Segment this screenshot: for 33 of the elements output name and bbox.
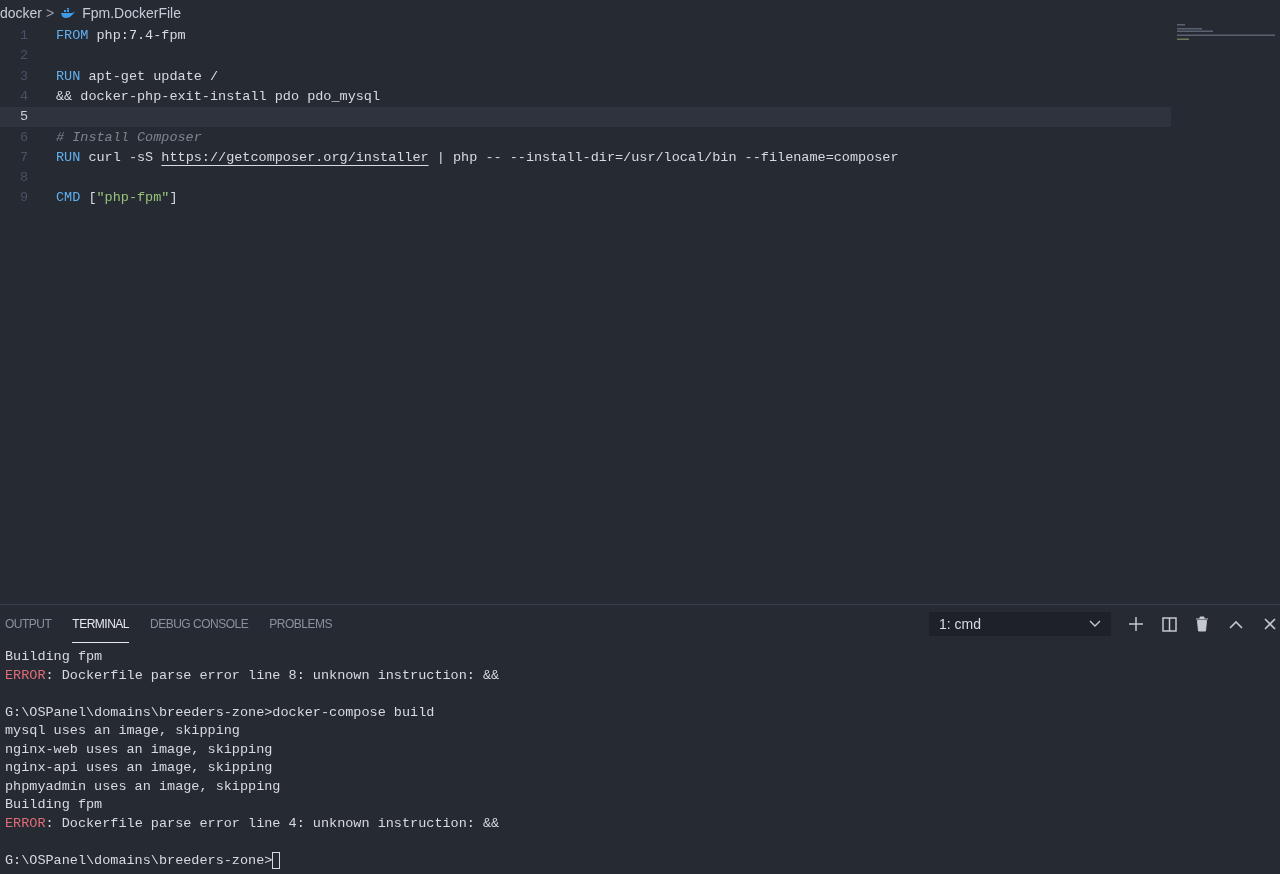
close-icon[interactable] xyxy=(1264,618,1276,630)
code-line: && docker-php-exit-install pdo pdo_mysql xyxy=(56,87,381,106)
breadcrumb-separator: > xyxy=(46,3,55,23)
panel-tab[interactable]: TERMINAL xyxy=(72,605,130,643)
whale-icon xyxy=(61,8,76,18)
breadcrumb-file[interactable]: Fpm.DockerFile xyxy=(82,2,181,24)
terminal-line: nginx-api uses an image, skipping xyxy=(5,759,273,778)
chevron-up-icon[interactable] xyxy=(1229,619,1243,629)
terminal-line: ERROR: Dockerfile parse error line 4: unknown instruction: && xyxy=(5,814,500,833)
terminal-line: phpmyadmin uses an image, skipping xyxy=(5,777,281,796)
terminal-cursor xyxy=(272,852,281,870)
terminal-line: Building fpm xyxy=(5,796,103,815)
code-line: RUN apt-get update / xyxy=(56,67,219,86)
terminal-line: Building fpm xyxy=(5,648,103,667)
terminal-select[interactable]: 1: cmd xyxy=(929,612,1111,636)
terminal-line: mysql uses an image, skipping xyxy=(5,722,240,741)
code-line: # Install Composer xyxy=(56,128,202,147)
panel-tab[interactable]: PROBLEMS xyxy=(269,605,332,643)
terminal-line: G:\OSPanel\domains\breeders-zone>docker-compose build xyxy=(5,703,435,722)
trash-icon[interactable] xyxy=(1195,616,1209,632)
code-line: CMD ["php-fpm"] xyxy=(56,189,178,208)
code-line: RUN curl -sS https://getcomposer.org/installer | php -- --install-dir=/usr/local/bin --filename=composer xyxy=(56,148,899,167)
terminal-line: ERROR: Dockerfile parse error line 8: unknown instruction: && xyxy=(5,666,500,685)
chevron-down-icon xyxy=(1089,620,1101,628)
plus-icon[interactable] xyxy=(1128,616,1144,632)
code-line: FROM php:7.4-fpm xyxy=(56,27,186,45)
panel-tab[interactable]: DEBUG CONSOLE xyxy=(150,605,249,643)
split-icon[interactable] xyxy=(1162,616,1177,632)
terminal-line: nginx-web uses an image, skipping xyxy=(5,740,273,759)
line-number: 5 xyxy=(18,108,28,127)
breadcrumb-folder[interactable]: docker xyxy=(0,2,43,24)
terminal-line: G:\OSPanel\domains\breeders-zone> xyxy=(5,851,273,870)
panel-tab[interactable]: OUTPUT xyxy=(5,605,52,643)
